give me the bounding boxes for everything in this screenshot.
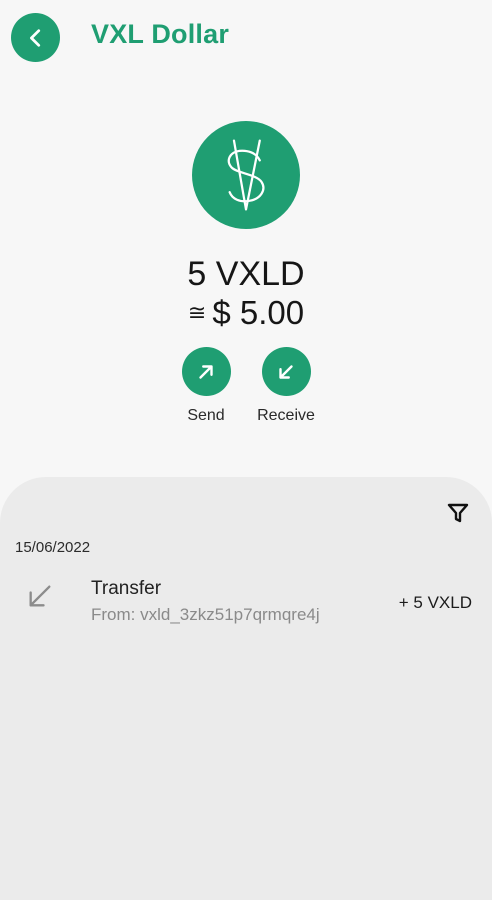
receive-circle[interactable] (261, 347, 311, 396)
token-logo (192, 121, 300, 229)
token-detail-screen: VXL Dollar 5 VXLD ≅$ 5.00 Send Receive (0, 0, 492, 900)
filter-icon (447, 503, 469, 523)
fiat-value-line: ≅ $ 5.00 (0, 293, 492, 333)
page-title: VXL Dollar (91, 19, 230, 49)
transaction-date-header: 15/06/2022 (15, 539, 91, 556)
filter-button[interactable] (446, 501, 470, 525)
receive-button[interactable]: Receive (241, 347, 331, 425)
receive-label: Receive (257, 407, 315, 424)
transaction-amount: + 5 VXLD (398, 593, 472, 612)
app-header: VXL Dollar (0, 0, 492, 76)
fiat-value: $ 5.00 (212, 294, 305, 331)
transactions-sheet: 15/06/2022 Transfer From: vxld_3zkz51p7q… (0, 477, 492, 900)
transaction-from-address: From: vxld_3zkz51p7qrmqre4j (91, 605, 320, 624)
back-button[interactable] (11, 13, 60, 62)
token-balance: 5 VXLD (187, 255, 305, 293)
send-label: Send (187, 407, 225, 424)
send-circle[interactable] (181, 347, 231, 396)
transaction-row[interactable]: Transfer From: vxld_3zkz51p7qrmqre4j + 5… (0, 569, 492, 633)
chevron-left-icon (29, 28, 40, 47)
send-button[interactable]: Send (161, 347, 251, 425)
arrow-down-left-icon (29, 585, 51, 607)
arrow-down-left-icon (279, 364, 293, 379)
arrow-up-right-icon (199, 364, 213, 379)
transaction-type: Transfer (91, 578, 162, 599)
vxl-dollar-logo-icon (227, 139, 265, 211)
approx-symbol: ≅ (187, 300, 207, 325)
